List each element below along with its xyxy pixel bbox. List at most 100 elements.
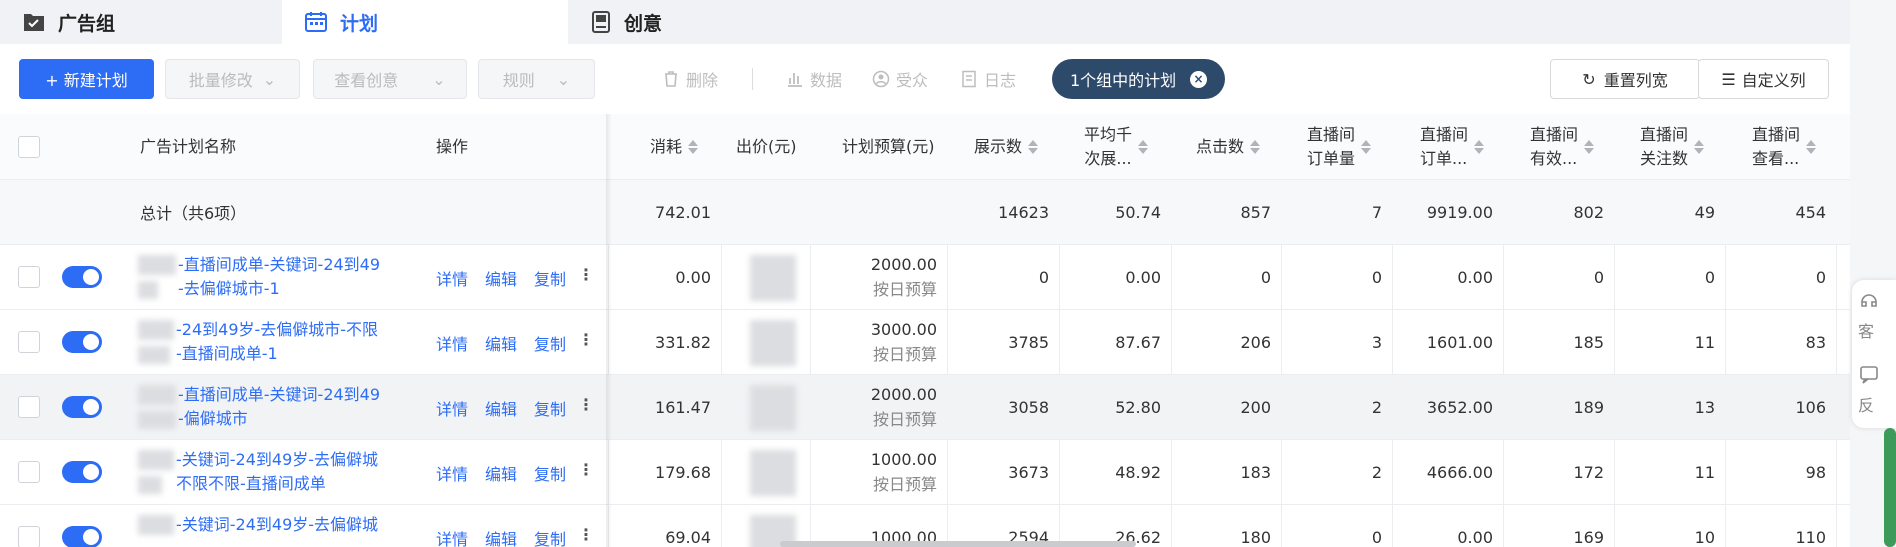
feedback-label[interactable]: 反 — [1858, 392, 1874, 416]
plan-name-link[interactable]: -直播间成单-关键词-24到49 -偏僻城市 — [140, 383, 420, 431]
copy-link[interactable]: 复制 — [534, 526, 566, 547]
reset-width-button[interactable]: ↻ 重置列宽 — [1550, 59, 1700, 99]
col-header-clicks-label: 点击数 — [1196, 136, 1245, 156]
data-button[interactable]: 数据 — [786, 59, 842, 99]
plan-name-link[interactable]: -直播间成单-关键词-24到49 -去偏僻城市-1 — [140, 253, 420, 301]
total-clicks: 857 — [1240, 202, 1271, 222]
plan-name-link[interactable]: -关键词-24到49岁-去偏僻城 — [140, 513, 420, 537]
row-live-view: 98 — [1805, 462, 1826, 482]
sort-icon[interactable] — [1028, 139, 1039, 154]
sort-icon[interactable] — [1694, 139, 1705, 154]
detail-link[interactable]: 详情 — [436, 526, 468, 547]
sort-icon[interactable] — [1361, 139, 1372, 154]
close-icon[interactable]: × — [1190, 71, 1207, 88]
row-budget-type: 按日预算 — [872, 280, 937, 299]
col-header-live-valid[interactable]: 直播间 有效... — [1530, 114, 1595, 179]
plan-name-link[interactable]: -关键词-24到49岁-去偏僻城 不限不限-直播间成单 — [140, 448, 420, 496]
tab-creative[interactable]: 创意 — [568, 0, 868, 44]
edit-link[interactable]: 编辑 — [485, 461, 517, 485]
detail-link[interactable]: 详情 — [436, 396, 468, 420]
status-toggle[interactable] — [62, 461, 102, 483]
edit-link[interactable]: 编辑 — [485, 526, 517, 547]
sort-icon[interactable] — [1806, 139, 1817, 154]
col-header-live-follow[interactable]: 直播间 关注数 — [1640, 114, 1705, 179]
row-live-view: 106 — [1795, 397, 1826, 417]
row-checkbox[interactable] — [18, 461, 40, 483]
row-cost: 179.68 — [655, 462, 711, 482]
sort-icon[interactable] — [1250, 139, 1261, 154]
copy-link[interactable]: 复制 — [534, 396, 566, 420]
chevron-down-icon: ⌄ — [432, 69, 446, 89]
new-plan-button[interactable]: + 新建计划 — [19, 59, 154, 99]
horizontal-scrollbar[interactable] — [780, 541, 1136, 547]
more-actions-icon[interactable]: ⋮ — [578, 395, 594, 414]
row-budget-value: 3000.00 — [870, 320, 937, 339]
feedback-icon[interactable] — [1858, 364, 1880, 390]
more-actions-icon[interactable]: ⋮ — [578, 330, 594, 349]
plan-name-link[interactable]: -24到49岁-去偏僻城市-不限 -直播间成单-1 — [140, 318, 420, 366]
filter-tag[interactable]: 1个组中的计划 × — [1052, 59, 1225, 99]
edit-link[interactable]: 编辑 — [485, 331, 517, 355]
more-actions-icon[interactable]: ⋮ — [578, 460, 594, 479]
status-toggle[interactable] — [62, 331, 102, 353]
col-header-clicks[interactable]: 点击数 — [1196, 114, 1261, 179]
more-actions-icon[interactable]: ⋮ — [578, 525, 594, 544]
col-header-live-view-line2: 查看... — [1752, 148, 1800, 168]
row-checkbox[interactable] — [18, 396, 40, 418]
blurred-bid — [750, 255, 796, 301]
rules-button[interactable]: 规则 ⌄ — [478, 59, 595, 99]
log-button[interactable]: 日志 — [960, 59, 1016, 99]
copy-link[interactable]: 复制 — [534, 266, 566, 290]
customer-service-label[interactable]: 客 — [1858, 318, 1874, 342]
customer-service-icon[interactable] — [1858, 290, 1880, 316]
row-budget-type: 按日预算 — [872, 410, 937, 429]
tab-plan[interactable]: 计划 — [282, 0, 568, 44]
sort-icon[interactable] — [1138, 139, 1149, 154]
col-header-impressions[interactable]: 展示数 — [974, 114, 1039, 179]
col-header-cost[interactable]: 消耗 — [650, 114, 699, 179]
col-header-cpm[interactable]: 平均千 次展... — [1084, 114, 1149, 179]
row-checkbox[interactable] — [18, 526, 40, 547]
table-row: -关键词-24到49岁-去偏僻城 不限不限-直播间成单 详情 编辑 复制 ⋮ 179.… — [0, 440, 1850, 505]
status-toggle[interactable] — [62, 526, 102, 547]
status-toggle[interactable] — [62, 266, 102, 288]
detail-link[interactable]: 详情 — [436, 461, 468, 485]
folder-check-icon — [24, 14, 44, 31]
audience-label: 受众 — [896, 71, 929, 90]
detail-link[interactable]: 详情 — [436, 266, 468, 290]
select-all-checkbox[interactable] — [18, 136, 40, 158]
sort-icon[interactable] — [688, 139, 699, 154]
row-live-follow: 0 — [1704, 267, 1715, 287]
row-live-follow: 11 — [1694, 332, 1715, 352]
sort-icon[interactable] — [1584, 139, 1595, 154]
edit-link[interactable]: 编辑 — [485, 266, 517, 290]
sort-icon[interactable] — [1474, 139, 1485, 154]
row-actions: 详情 编辑 复制 — [436, 526, 566, 547]
col-header-live-view[interactable]: 直播间查看... — [1752, 114, 1817, 179]
chevron-down-icon: ⌄ — [262, 69, 277, 89]
audience-button[interactable]: 受众 — [872, 59, 928, 99]
custom-columns-button[interactable]: ☰ 自定义列 — [1698, 59, 1829, 99]
copy-link[interactable]: 复制 — [534, 461, 566, 485]
delete-button[interactable]: 删除 — [662, 59, 718, 99]
copy-link[interactable]: 复制 — [534, 331, 566, 355]
col-header-live-orders[interactable]: 直播间 订单量 — [1307, 114, 1372, 179]
col-header-live-view-line1: 直播间 — [1752, 124, 1801, 144]
edit-link[interactable]: 编辑 — [485, 396, 517, 420]
row-budget: 3000.00 按日预算 — [810, 310, 947, 374]
more-actions-icon[interactable]: ⋮ — [578, 265, 594, 284]
row-impressions: 0 — [1038, 267, 1049, 287]
vertical-scrollbar[interactable] — [1884, 428, 1896, 547]
tab-ad-group[interactable]: 广告组 — [0, 0, 282, 44]
col-header-live-order-amount[interactable]: 直播间 订单... — [1420, 114, 1485, 179]
row-checkbox[interactable] — [18, 266, 40, 288]
total-cpm: 50.74 — [1115, 202, 1161, 222]
plan-name-line2: -直播间成单-1 — [176, 344, 278, 363]
detail-link[interactable]: 详情 — [436, 331, 468, 355]
row-clicks: 0 — [1260, 267, 1271, 287]
row-checkbox[interactable] — [18, 331, 40, 353]
batch-edit-button[interactable]: 批量修改 ⌄ — [165, 59, 300, 99]
row-actions: 详情 编辑 复制 — [436, 266, 566, 290]
view-creative-button[interactable]: 查看创意 ⌄ — [313, 59, 467, 99]
status-toggle[interactable] — [62, 396, 102, 418]
